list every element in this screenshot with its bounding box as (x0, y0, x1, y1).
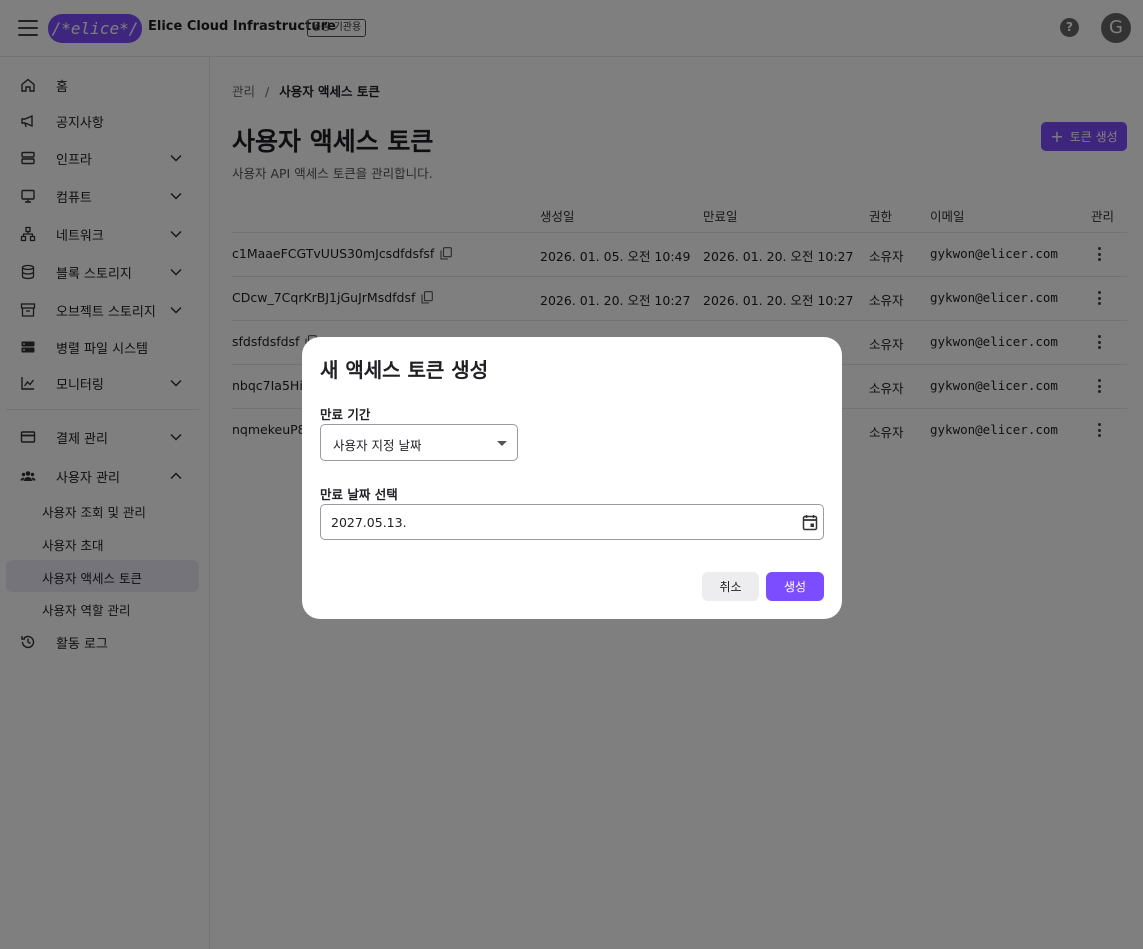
dialog-title: 새 액세스 토큰 생성 (320, 358, 489, 382)
expiry-date-input[interactable]: 2027.05.13. (320, 504, 824, 540)
expiry-period-select[interactable]: 사용자 지정 날짜 (320, 424, 518, 461)
caret-down-icon (497, 441, 507, 446)
create-token-dialog: 새 액세스 토큰 생성 만료 기간 사용자 지정 날짜 만료 날짜 선택 202… (302, 337, 842, 619)
expiry-date-label: 만료 날짜 선택 (320, 487, 398, 502)
expiry-period-label: 만료 기간 (320, 407, 371, 422)
calendar-icon[interactable] (802, 514, 818, 531)
expiry-date-value: 2027.05.13. (331, 515, 407, 530)
expiry-period-value: 사용자 지정 날짜 (333, 438, 422, 453)
cancel-button[interactable]: 취소 (702, 572, 759, 601)
create-button[interactable]: 생성 (766, 572, 824, 601)
